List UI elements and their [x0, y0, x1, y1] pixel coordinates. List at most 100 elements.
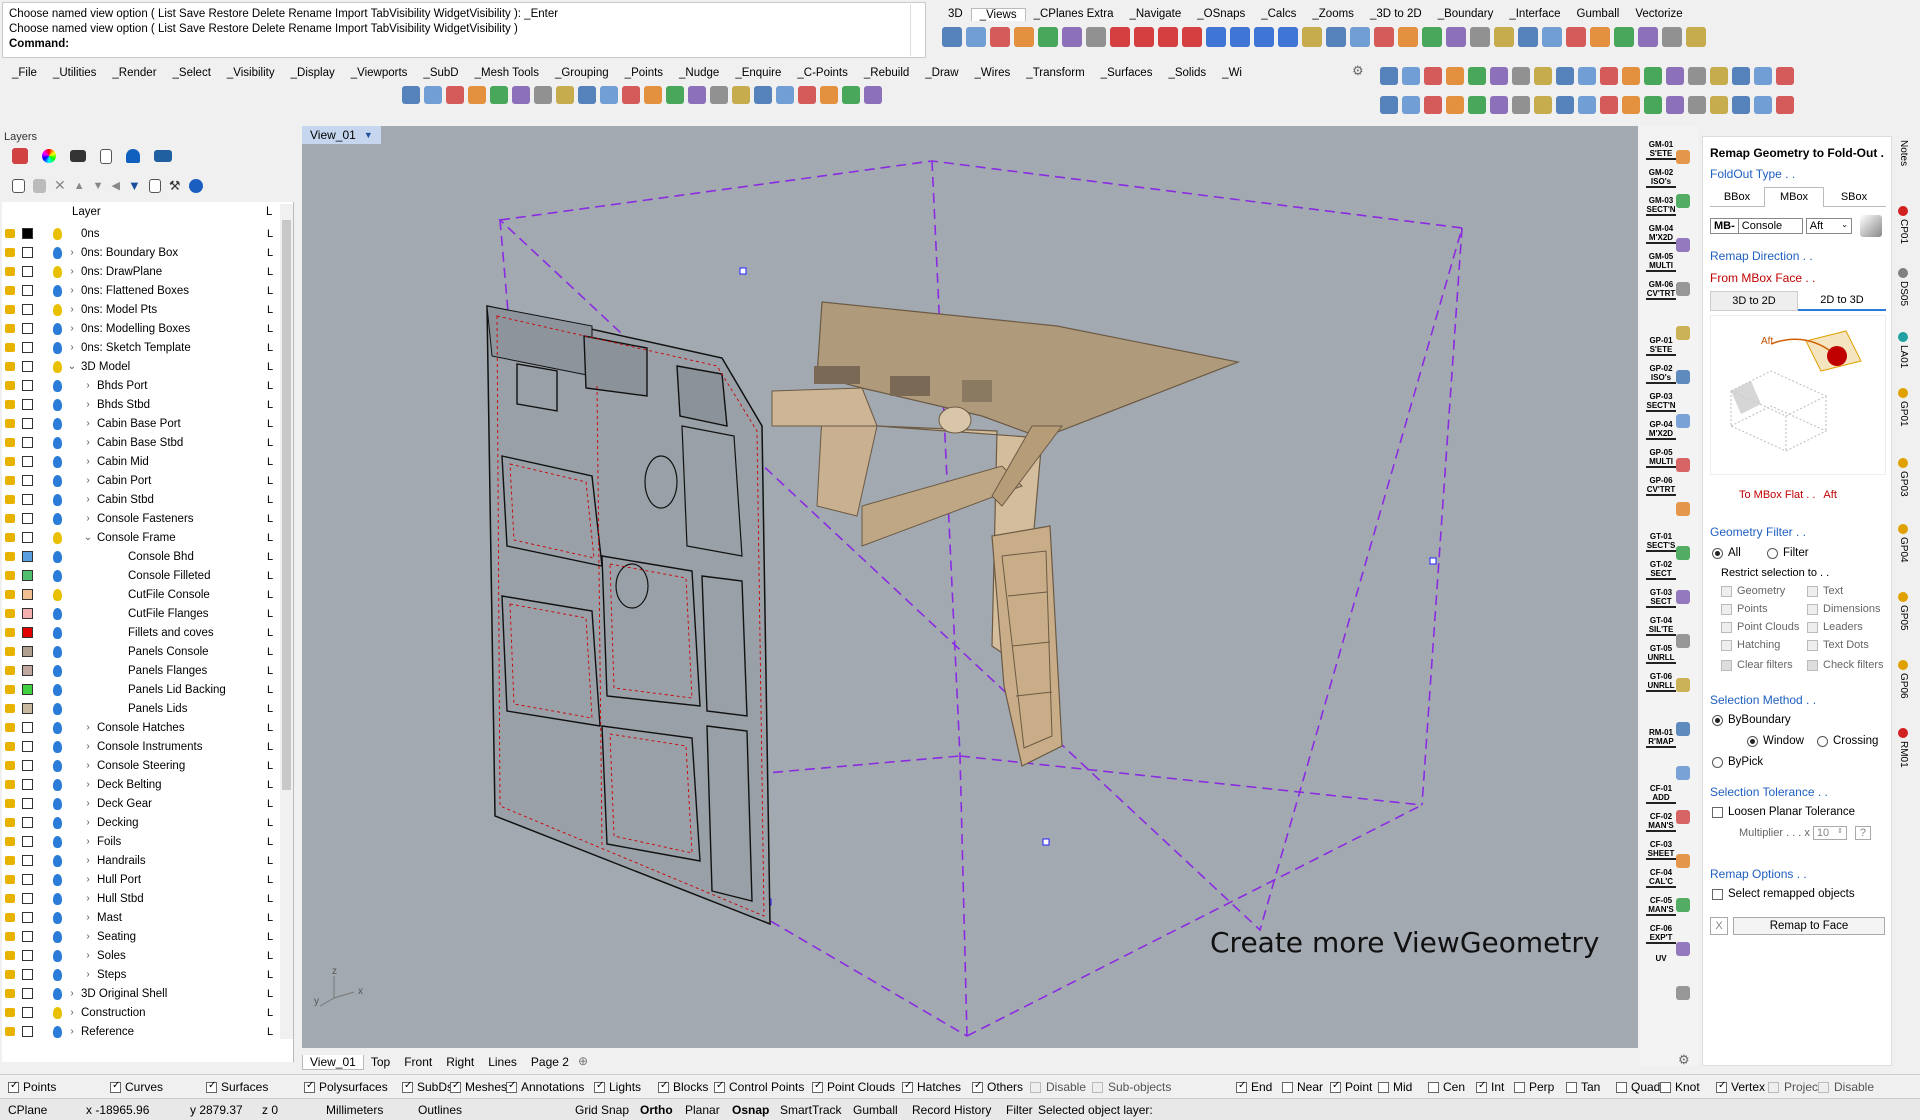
layer-lock-icon[interactable] — [5, 761, 15, 770]
layer-row[interactable]: › Foils L — [2, 832, 274, 851]
layer-lock-icon[interactable] — [5, 932, 15, 941]
layer-lock-icon[interactable] — [5, 913, 15, 922]
toolbar-tool-icon[interactable] — [820, 86, 838, 104]
toolbar-tool-icon[interactable] — [1732, 67, 1750, 85]
menu-tab[interactable]: _Display — [283, 67, 343, 79]
toolbar-tool-icon[interactable] — [1326, 27, 1346, 47]
layer-row[interactable]: › Bhds Stbd L — [2, 395, 274, 414]
layer-row[interactable]: Console Filleted L — [2, 566, 274, 585]
layer-row[interactable]: › Deck Belting L — [2, 775, 274, 794]
layer-visibility-bulb-icon[interactable] — [53, 626, 62, 639]
top-tab[interactable]: _Navigate — [1121, 8, 1189, 20]
layer-visibility-bulb-icon[interactable] — [53, 455, 62, 468]
menu-tab[interactable]: _Mesh Tools — [467, 67, 547, 79]
layer-color-swatch[interactable] — [22, 646, 33, 657]
toolbar-tool-icon[interactable] — [424, 86, 442, 104]
filter-icon[interactable]: ▼ — [128, 178, 141, 193]
layer-visibility-bulb-icon[interactable] — [53, 569, 62, 582]
layer-expand-chevron-icon[interactable]: › — [82, 798, 94, 809]
layer-lock-icon[interactable] — [5, 495, 15, 504]
layer-lock-icon[interactable] — [5, 324, 15, 333]
toolbar-tool-icon[interactable] — [1446, 27, 1466, 47]
filter-checkbox[interactable]: Point Clouds — [1721, 621, 1799, 633]
layer-visibility-bulb-icon[interactable] — [53, 303, 62, 316]
toolbar-tool-icon[interactable] — [688, 86, 706, 104]
layer-lock-icon[interactable] — [5, 628, 15, 637]
menu-tab[interactable]: _Select — [165, 67, 219, 79]
top-tab[interactable]: _Zooms — [1304, 8, 1362, 20]
layer-visibility-bulb-icon[interactable] — [53, 607, 62, 620]
layer-row[interactable]: Panels Lids L — [2, 699, 274, 718]
macro-tool-icon[interactable] — [1676, 942, 1690, 956]
layer-color-swatch[interactable] — [22, 855, 33, 866]
layer-color-swatch[interactable] — [22, 399, 33, 410]
osnap-checkbox[interactable]: ✓ Int — [1476, 1080, 1504, 1094]
layer-color-swatch[interactable] — [22, 703, 33, 714]
macro-tool-icon[interactable] — [1676, 502, 1690, 516]
toolbar-tool-icon[interactable] — [842, 86, 860, 104]
layer-visibility-bulb-icon[interactable] — [53, 227, 62, 240]
toolbar-tool-icon[interactable] — [1578, 96, 1596, 114]
layer-color-swatch[interactable] — [22, 912, 33, 923]
layer-color-swatch[interactable] — [22, 570, 33, 581]
layer-row[interactable]: › Hull Stbd L — [2, 889, 274, 908]
layer-color-swatch[interactable] — [22, 361, 33, 372]
layer-lock-icon[interactable] — [5, 704, 15, 713]
layer-visibility-bulb-icon[interactable] — [53, 246, 62, 259]
multiplier-help-button[interactable]: ? — [1854, 826, 1871, 840]
layer-visibility-bulb-icon[interactable] — [53, 436, 62, 449]
menu-tab[interactable]: _Render — [104, 67, 164, 79]
layers-material-column-header[interactable]: L — [266, 206, 272, 218]
macro-tool-icon[interactable] — [1676, 194, 1690, 208]
layer-lock-icon[interactable] — [5, 837, 15, 846]
menu-tab[interactable]: _Viewports — [343, 67, 416, 79]
layer-lock-icon[interactable] — [5, 438, 15, 447]
view-tab[interactable]: Front — [397, 1055, 439, 1069]
layer-color-swatch[interactable] — [22, 323, 33, 334]
layer-row[interactable]: › 0ns: Flattened Boxes L — [2, 281, 274, 300]
layer-row[interactable]: › 0ns: Boundary Box L — [2, 243, 274, 262]
layer-expand-chevron-icon[interactable]: › — [82, 437, 94, 448]
layer-lock-icon[interactable] — [5, 286, 15, 295]
macro-tool-icon[interactable] — [1676, 326, 1690, 340]
toolbar-tool-icon[interactable] — [1446, 67, 1464, 85]
menu-tab[interactable]: _Transform — [1018, 67, 1092, 79]
toolbar-tool-icon[interactable] — [512, 86, 530, 104]
layer-lock-icon[interactable] — [5, 989, 15, 998]
layer-row[interactable]: Panels Lid Backing L — [2, 680, 274, 699]
view-tab[interactable]: Top — [364, 1055, 397, 1069]
layer-lock-icon[interactable] — [5, 799, 15, 808]
toolbar-tool-icon[interactable] — [942, 27, 962, 47]
toolbar-tool-icon[interactable] — [1622, 67, 1640, 85]
toolbar-settings-gear-icon[interactable]: ⚙ — [1352, 63, 1364, 79]
toolbar-tool-icon[interactable] — [1182, 27, 1202, 47]
layer-color-swatch[interactable] — [22, 798, 33, 809]
command-scrollbar[interactable] — [910, 4, 924, 56]
status-osnap[interactable]: Osnap — [732, 1103, 769, 1117]
viewport-menu-chevron-icon[interactable]: ▼ — [364, 126, 373, 144]
status-cplane[interactable]: CPlane — [8, 1103, 47, 1117]
layer-color-swatch[interactable] — [22, 475, 33, 486]
layer-lock-icon[interactable] — [5, 343, 15, 352]
layer-lock-icon[interactable] — [5, 552, 15, 561]
status-current-layer[interactable]: Outlines — [418, 1103, 462, 1117]
toolbar-tool-icon[interactable] — [534, 86, 552, 104]
toolbar-tool-icon[interactable] — [1402, 67, 1420, 85]
layer-color-swatch[interactable] — [22, 589, 33, 600]
layer-row[interactable]: › 0ns: Sketch Template L — [2, 338, 274, 357]
layer-expand-chevron-icon[interactable]: › — [82, 855, 94, 866]
layer-lock-icon[interactable] — [5, 818, 15, 827]
filter-checkbox[interactable]: Text Dots — [1807, 639, 1869, 651]
layer-visibility-bulb-icon[interactable] — [53, 417, 62, 430]
toolbar-tool-icon[interactable] — [1468, 67, 1486, 85]
toolbar-tool-icon[interactable] — [1402, 96, 1420, 114]
layer-color-swatch[interactable] — [22, 247, 33, 258]
layers-column-header[interactable]: Layer — [72, 206, 101, 218]
view-tab[interactable]: View_01 — [302, 1054, 364, 1070]
tab-sbox[interactable]: SBox — [1824, 191, 1884, 203]
select-remapped-checkbox[interactable]: Select remapped objects — [1712, 888, 1855, 900]
top-tab[interactable]: Gumball — [1569, 8, 1628, 20]
toolbar-tool-icon[interactable] — [864, 86, 882, 104]
layer-row[interactable]: ⌄ 3D Model L — [2, 357, 274, 376]
status-record-history[interactable]: Record History — [912, 1103, 991, 1117]
